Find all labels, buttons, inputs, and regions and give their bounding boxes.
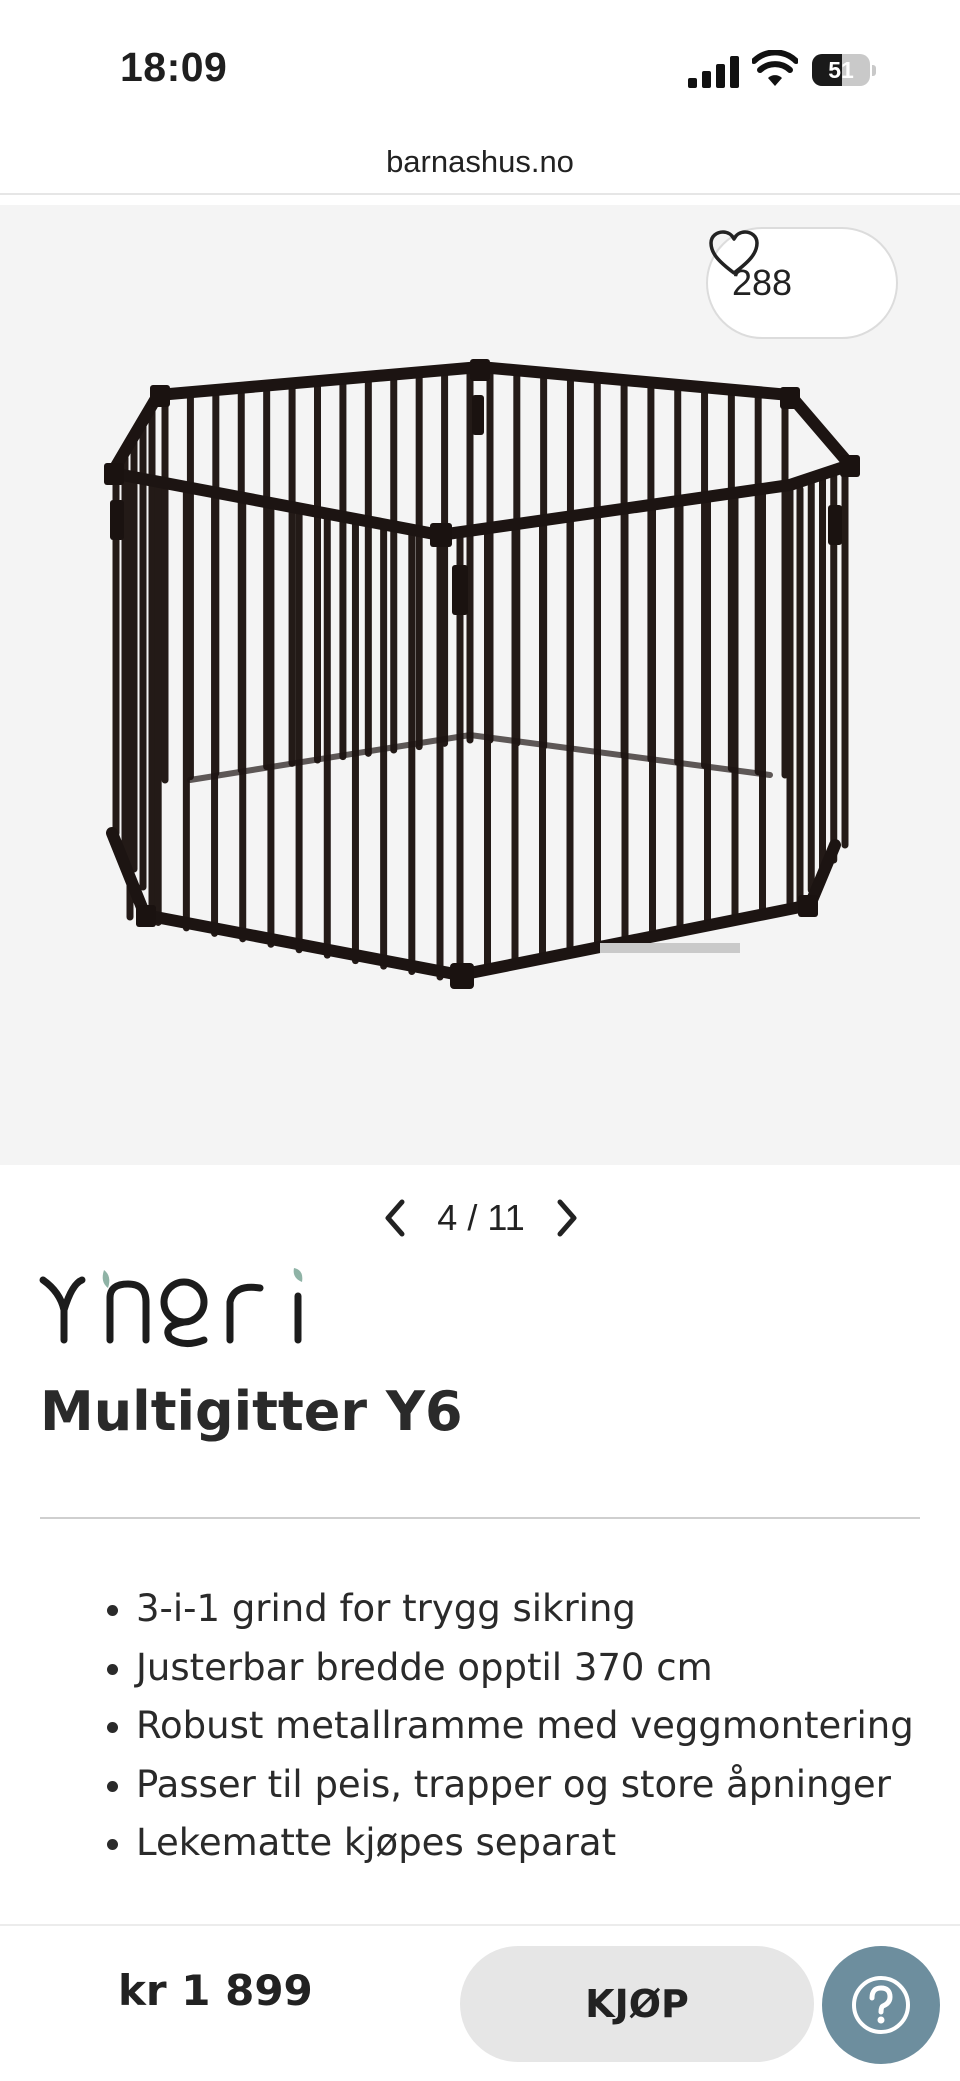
status-time: 18:09 xyxy=(120,44,228,90)
status-bar: 18:09 51 xyxy=(0,0,960,120)
feature-item: Passer til peis, trapper og store åpning… xyxy=(136,1756,960,1815)
feature-list: 3-i-1 grind for trygg sikring Justerbar … xyxy=(96,1580,960,1873)
battery-level: 51 xyxy=(828,57,854,83)
pager-total: 11 xyxy=(487,1197,525,1238)
buy-button[interactable]: KJØP xyxy=(460,1946,814,2062)
product-title: Multigitter Y6 xyxy=(40,1380,463,1443)
image-pager: 4 / 11 xyxy=(0,1188,960,1248)
help-button[interactable] xyxy=(822,1946,940,2064)
feature-item: Robust metallramme med veggmontering xyxy=(136,1697,960,1756)
battery-cap xyxy=(872,65,876,76)
pager-separator: / xyxy=(467,1197,478,1238)
cellular-signal-icon xyxy=(688,56,739,88)
title-divider xyxy=(40,1517,920,1519)
question-mark-icon xyxy=(852,1976,910,2034)
feature-item: 3-i-1 grind for trygg sikring xyxy=(136,1580,960,1639)
battery-icon: 51 xyxy=(812,54,878,88)
product-image[interactable]: 288 xyxy=(0,205,960,1165)
battery-body: 51 xyxy=(812,54,870,86)
pager-current: 4 xyxy=(437,1197,458,1238)
gate-plate xyxy=(600,943,740,953)
like-button[interactable]: 288 xyxy=(706,227,898,339)
wifi-icon xyxy=(752,50,798,86)
purchase-bar: kr 1 899 KJØP xyxy=(0,1924,960,2081)
feature-item: Lekematte kjøpes separat xyxy=(136,1814,960,1873)
feature-item: Justerbar bredde opptil 370 cm xyxy=(136,1639,960,1698)
url-divider xyxy=(0,193,960,195)
chevron-right-icon[interactable] xyxy=(546,1196,586,1240)
price: kr 1 899 xyxy=(118,1966,313,2015)
url-bar[interactable]: barnashus.no xyxy=(0,130,960,194)
pager-indicator: 4 / 11 xyxy=(416,1188,546,1248)
playpen-illustration xyxy=(104,359,860,989)
chevron-left-icon[interactable] xyxy=(376,1196,416,1240)
heart-icon xyxy=(709,230,759,275)
brand-logo xyxy=(39,1268,303,1347)
